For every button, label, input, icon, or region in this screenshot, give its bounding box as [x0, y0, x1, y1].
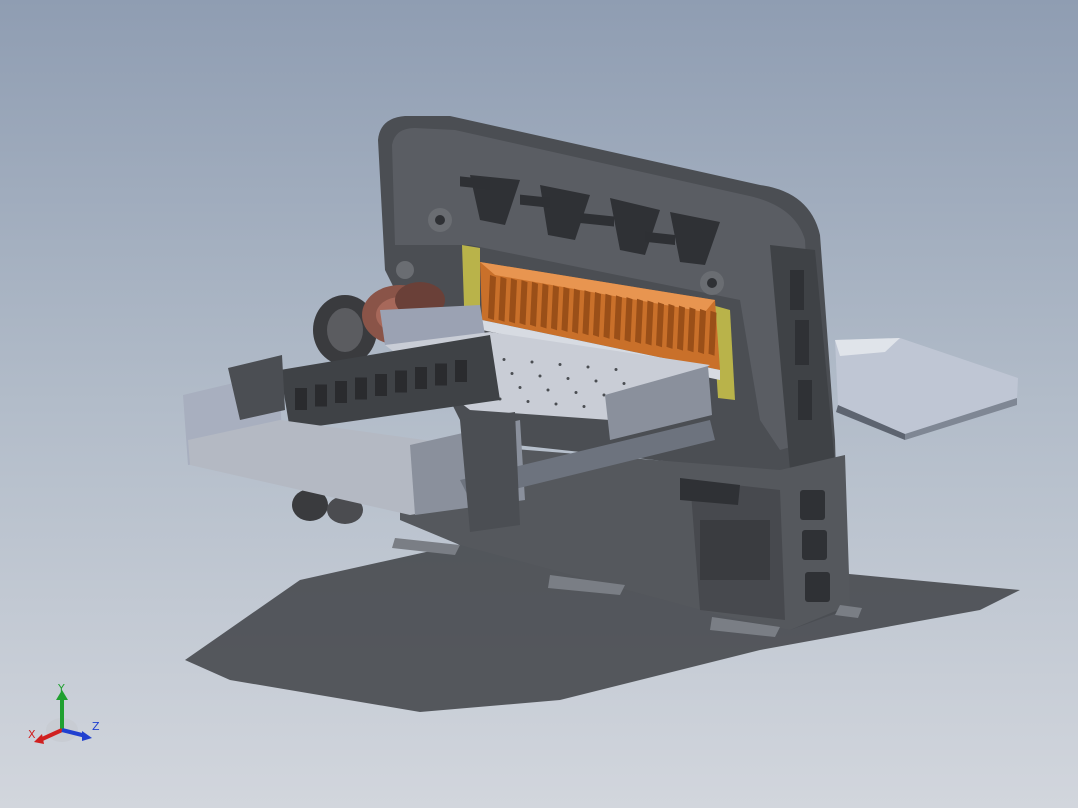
table-hole — [502, 358, 506, 361]
table-hole — [586, 365, 590, 369]
guide-slot — [375, 374, 387, 396]
table-hole — [510, 372, 514, 375]
guide-slot — [455, 360, 467, 382]
table-hole — [582, 405, 586, 408]
cad-model-view[interactable] — [0, 0, 1078, 808]
table-hole — [554, 402, 558, 406]
orientation-triad[interactable]: Y X Z — [20, 682, 110, 752]
z-axis-label: Z — [92, 720, 100, 733]
guide-slot — [435, 363, 447, 386]
x-axis-label: X — [28, 728, 36, 741]
table-hole — [518, 386, 522, 389]
guide-slot — [315, 384, 327, 407]
side-table — [835, 338, 1018, 440]
table-hole — [546, 388, 550, 392]
table-hole — [614, 368, 618, 371]
guide-slot — [295, 388, 307, 410]
table-hole — [530, 360, 534, 364]
guide-slot — [355, 377, 367, 400]
table-hole — [574, 391, 578, 394]
y-axis-label: Y — [57, 682, 65, 695]
z-axis-head — [82, 731, 92, 741]
graphics-viewport[interactable]: Y X Z — [0, 0, 1078, 808]
table-hole — [526, 400, 530, 403]
guide-slot — [415, 367, 427, 389]
table-hole — [566, 377, 570, 380]
guide-slot — [335, 381, 347, 403]
table-hole — [558, 363, 562, 366]
table-hole — [538, 374, 542, 378]
guide-slot — [395, 370, 407, 393]
table-hole — [594, 379, 598, 383]
table-hole — [622, 382, 626, 385]
